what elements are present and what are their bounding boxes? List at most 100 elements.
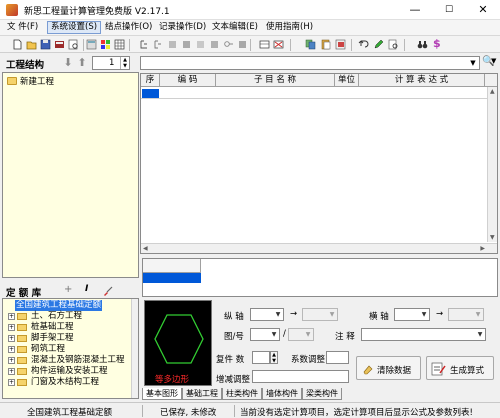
col-unit[interactable]: 单位	[335, 74, 359, 87]
color-palette-icon[interactable]	[100, 39, 111, 50]
minimize-button[interactable]: —	[398, 0, 432, 20]
list-item[interactable]: + 砌筑工程	[3, 344, 138, 355]
adjust-input[interactable]	[252, 370, 349, 383]
binoculars-icon[interactable]	[417, 39, 428, 50]
chevron-down-icon[interactable]: ▼	[475, 329, 485, 340]
chevron-down-icon[interactable]: ▼	[419, 309, 429, 320]
tree-remove-icon[interactable]	[153, 39, 164, 50]
key-icon[interactable]	[223, 39, 234, 50]
undo-icon[interactable]	[358, 39, 369, 50]
number-combo[interactable]: ▼	[288, 328, 314, 341]
horizontal-scrollbar[interactable]: ◀ ▶	[141, 243, 497, 253]
node-down-icon[interactable]	[181, 39, 192, 50]
scroll-up-icon[interactable]: ▲	[490, 88, 495, 95]
coefficient-input[interactable]	[326, 351, 349, 364]
tree-root-node[interactable]: 新建工程	[20, 75, 54, 87]
menu-node-operations[interactable]: 结点操作(O)	[102, 21, 155, 34]
note-combo[interactable]: ▼	[361, 328, 486, 341]
clear-data-button[interactable]: 清除数据	[356, 356, 421, 380]
maximize-button[interactable]: ☐	[432, 0, 466, 20]
project-tree[interactable]: 新建工程	[2, 72, 139, 278]
col-item-name[interactable]: 子 目 名 称	[216, 74, 335, 87]
expand-icon[interactable]: +	[8, 368, 15, 375]
list-item[interactable]: + 混凝土及钢筋混凝土工程	[3, 355, 138, 366]
scroll-down-icon[interactable]: ▼	[490, 234, 495, 241]
insert-row-icon[interactable]	[259, 39, 270, 50]
arrow-down-icon[interactable]: ⬇	[62, 57, 74, 69]
count-input[interactable]	[252, 351, 270, 364]
plus-icon[interactable]: +	[64, 284, 72, 295]
print-preview-icon[interactable]	[388, 39, 399, 50]
chevron-down-icon[interactable]: ▼	[327, 309, 337, 320]
node-paste-icon[interactable]	[209, 39, 220, 50]
items-grid[interactable]: 序 编 码 子 目 名 称 单位 计 算 表 达 式 ▲ ▼ ◀ ▶	[140, 73, 498, 254]
generate-formula-button[interactable]: 生成算式	[426, 356, 494, 380]
delete-row-icon[interactable]	[273, 39, 284, 50]
list-item[interactable]: + 桩基础工程	[3, 322, 138, 333]
brush-icon[interactable]	[103, 286, 113, 296]
node-copy-icon[interactable]	[195, 39, 206, 50]
chevron-down-icon[interactable]: ▼	[273, 309, 283, 320]
scroll-right-icon[interactable]: ▶	[480, 245, 485, 252]
library-scrollbar[interactable]	[131, 299, 138, 398]
level-spinner[interactable]: 1 ▲ ▼	[92, 56, 130, 70]
node-settings-icon[interactable]	[237, 39, 248, 50]
tab-columns[interactable]: 柱类构件	[222, 388, 262, 400]
library-root-selected[interactable]: 全国建筑工程基础定额	[15, 300, 102, 311]
new-file-icon[interactable]	[12, 39, 23, 50]
spinner-arrows-icon[interactable]: ▲ ▼	[120, 57, 129, 69]
horizontal-axis-to-combo[interactable]: ▼	[448, 308, 484, 321]
code-search-combo[interactable]: ▼	[140, 56, 480, 70]
list-item[interactable]: + 门窗及木结构工程	[3, 377, 138, 388]
expand-icon[interactable]: +	[8, 313, 15, 320]
vertical-axis-from-combo[interactable]: ▼	[250, 308, 284, 321]
chevron-down-icon[interactable]: ▼	[467, 57, 479, 69]
clipboard-icon[interactable]	[335, 39, 346, 50]
tab-foundation[interactable]: 基础工程	[182, 388, 222, 400]
col-code[interactable]: 编 码	[160, 74, 216, 87]
selected-cell[interactable]	[142, 89, 159, 98]
vertical-scrollbar[interactable]: ▲ ▼	[487, 87, 497, 242]
info-icon[interactable]: I	[85, 284, 88, 294]
expand-icon[interactable]: +	[8, 346, 15, 353]
preview-icon[interactable]	[68, 39, 79, 50]
menu-help[interactable]: 使用指南(H)	[263, 21, 316, 34]
open-folder-icon[interactable]	[26, 39, 37, 50]
list-item[interactable]: + 构件运输及安装工程	[3, 366, 138, 377]
chevron-down-icon[interactable]: ▼	[303, 329, 313, 340]
export-icon[interactable]	[54, 39, 65, 50]
arrow-up-icon[interactable]: ⬆	[76, 57, 88, 69]
scroll-left-icon[interactable]: ◀	[143, 245, 148, 252]
tab-beams[interactable]: 梁类构件	[302, 388, 342, 400]
col-expression[interactable]: 计 算 表 达 式	[359, 74, 485, 87]
expand-icon[interactable]: +	[8, 357, 15, 364]
formula-panel[interactable]	[142, 258, 498, 297]
horizontal-axis-from-combo[interactable]: ▼	[394, 308, 430, 321]
paste-icon[interactable]	[320, 39, 331, 50]
library-tree[interactable]: 全国建筑工程基础定额 + 土、石方工程 + 桩基础工程 + 脚手架工程 + 砌筑工程 +…	[2, 298, 139, 399]
figure-combo[interactable]: ▼	[250, 328, 280, 341]
expand-icon[interactable]: +	[8, 335, 15, 342]
count-spinner-icon[interactable]: ▲ ▼	[270, 351, 278, 364]
menu-text-edit[interactable]: 文本编辑(E)	[209, 21, 261, 34]
tab-basic-shapes[interactable]: 基本图形	[142, 388, 182, 400]
search-options-icon[interactable]: ▼	[491, 57, 496, 65]
save-icon[interactable]	[40, 39, 51, 50]
chevron-down-icon[interactable]: ▼	[473, 309, 483, 320]
col-index[interactable]: 序	[141, 74, 160, 87]
expand-icon[interactable]: +	[8, 379, 15, 386]
tab-walls[interactable]: 墙体构件	[262, 388, 302, 400]
close-button[interactable]: ✕	[466, 0, 500, 20]
list-item[interactable]: + 土、石方工程	[3, 311, 138, 322]
vertical-axis-to-combo[interactable]: ▼	[302, 308, 338, 321]
expand-icon[interactable]: +	[8, 324, 15, 331]
menu-record-operations[interactable]: 记录操作(D)	[156, 21, 209, 34]
grid-icon[interactable]	[114, 39, 125, 50]
tree-add-icon[interactable]	[139, 39, 150, 50]
dollar-icon[interactable]: $	[433, 37, 441, 50]
edit-pen-icon[interactable]	[373, 39, 384, 50]
copy-icon[interactable]	[305, 39, 316, 50]
menu-system-settings[interactable]: 系统设置(S)	[47, 21, 102, 34]
list-item[interactable]: + 脚手架工程	[3, 333, 138, 344]
menu-file[interactable]: 文 件(F)	[4, 21, 41, 34]
